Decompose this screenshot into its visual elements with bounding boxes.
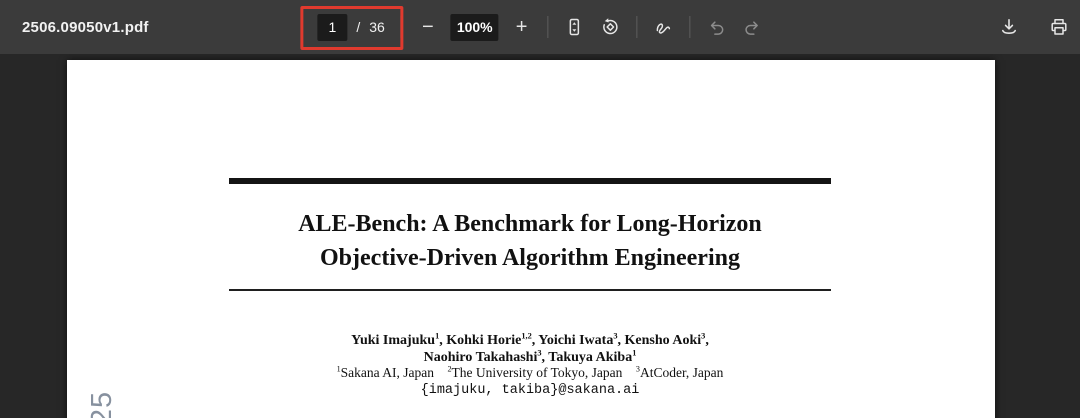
redo-button[interactable] [740, 13, 766, 41]
zoom-in-button[interactable]: + [509, 13, 535, 41]
title-rule-top [229, 178, 831, 184]
toolbar-divider [636, 16, 638, 38]
print-icon [1049, 17, 1069, 37]
pdf-viewport[interactable]: ALE-Bench: A Benchmark for Long-Horizon … [0, 54, 1080, 418]
download-button[interactable] [996, 13, 1022, 41]
paper-title-line1: ALE-Bench: A Benchmark for Long-Horizon [298, 211, 762, 237]
draw-ink-icon [654, 17, 674, 37]
draw-button[interactable] [651, 13, 677, 41]
rotate-icon [601, 17, 621, 37]
download-icon [999, 17, 1019, 37]
toolbar-divider [400, 16, 402, 38]
author-line2: Naohiro Takahashi3, Takuya Akiba1 [423, 348, 637, 365]
undo-icon [707, 17, 727, 37]
toolbar-divider [689, 16, 691, 38]
history-group [704, 13, 766, 41]
redo-icon [743, 17, 763, 37]
pdf-page: ALE-Bench: A Benchmark for Long-Horizon … [67, 60, 995, 418]
page-separator: / [356, 19, 361, 35]
author-list: Yuki Imajuku1, Kohki Horie1,2, Yoichi Iw… [229, 332, 831, 366]
zoom-group: − 100% + [415, 13, 535, 41]
fit-to-page-button[interactable] [562, 13, 588, 41]
toolbar-right-actions [996, 0, 1072, 54]
view-group [562, 13, 624, 41]
title-rule-bottom [229, 289, 831, 291]
zoom-out-button[interactable]: − [415, 13, 441, 41]
affiliations: 1Sakana AI, Japan 2The University of Tok… [336, 364, 724, 380]
contact-email: {imajuku, takiba}@sakana.ai [420, 383, 640, 398]
page-total-label: 36 [369, 19, 385, 35]
page-number-input[interactable] [317, 13, 348, 41]
zoom-level-readout: 100% [450, 13, 499, 41]
print-button[interactable] [1046, 13, 1072, 41]
filename-label: 2506.09050v1.pdf [22, 18, 149, 36]
annotation-highlight-box [300, 5, 404, 50]
fit-to-page-icon [565, 17, 585, 37]
undo-button[interactable] [704, 13, 730, 41]
paper-title-line2: Objective-Driven Algorithm Engineering [320, 245, 740, 271]
paper-title: ALE-Bench: A Benchmark for Long-Horizon … [229, 207, 831, 275]
arxiv-sidebar-stamp: 25 [85, 390, 118, 418]
author-line1: Yuki Imajuku1, Kohki Horie1,2, Yoichi Iw… [351, 331, 709, 348]
toolbar-divider [547, 16, 549, 38]
toolbar-controls: / 36 − 100% + [300, 0, 766, 54]
rotate-button[interactable] [598, 13, 624, 41]
page-number-group: / 36 [300, 5, 404, 50]
pdf-toolbar: 2506.09050v1.pdf / 36 − 100% + [0, 0, 1080, 54]
